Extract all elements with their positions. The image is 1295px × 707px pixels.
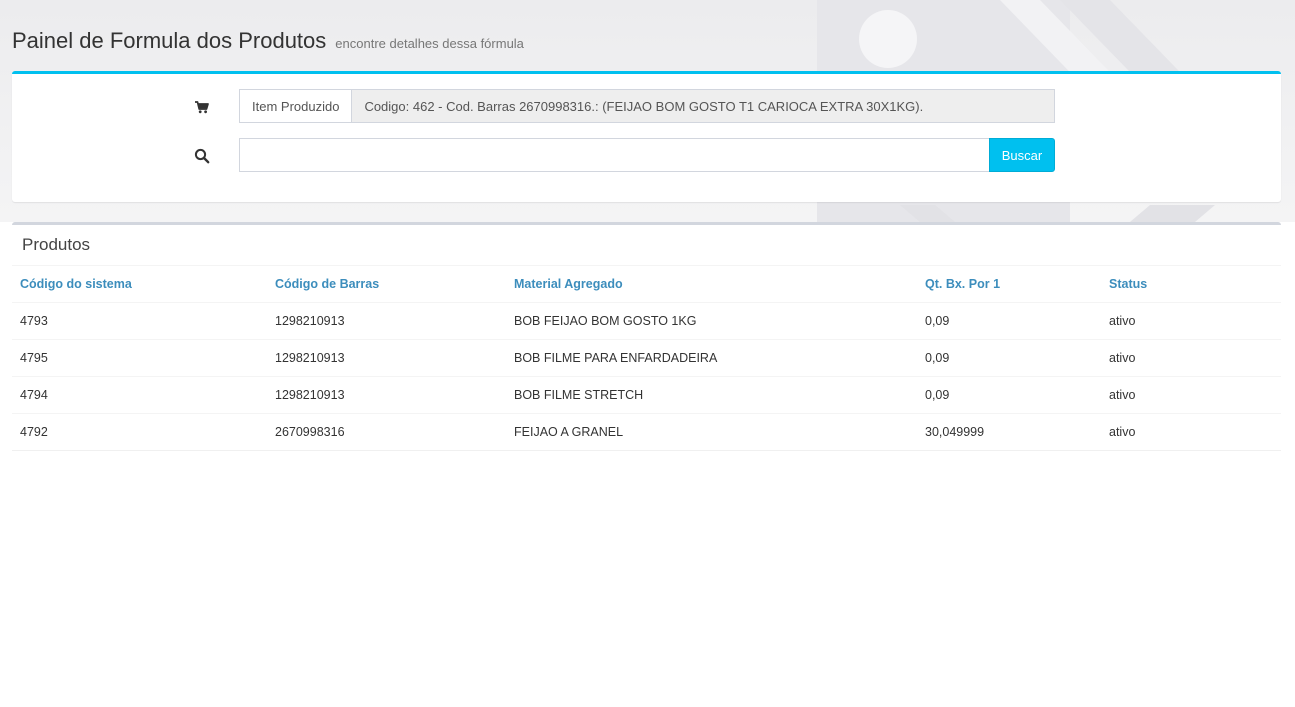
column-header-material-agregado[interactable]: Material Agregado (506, 266, 917, 303)
products-title: Produtos (22, 235, 91, 254)
item-produzido-label: Item Produzido (239, 89, 353, 123)
item-produzido-group: Item Produzido Codigo: 462 - Cod. Barras… (239, 89, 1055, 123)
cell-codigo-barras: 1298210913 (267, 376, 506, 414)
column-header-qt-bx[interactable]: Qt. Bx. Por 1 (917, 266, 1101, 303)
page-subtitle: encontre detalhes dessa fórmula (335, 36, 524, 51)
column-header-status[interactable]: Status (1101, 266, 1281, 303)
search-panel: Item Produzido Codigo: 462 - Cod. Barras… (12, 71, 1281, 202)
page-title: Painel de Formula dos Produtos (12, 28, 327, 53)
cell-codigo-sistema: 4795 (12, 339, 267, 377)
table-row[interactable]: 4792 2670998316 FEIJAO A GRANEL 30,04999… (12, 413, 1281, 451)
cell-status: ativo (1101, 339, 1281, 377)
cell-material-agregado: BOB FEIJAO BOM GOSTO 1KG (506, 302, 917, 340)
cell-qt-bx: 0,09 (917, 376, 1101, 414)
page-header: Painel de Formula dos Produtos encontre … (12, 28, 524, 60)
cell-status: ativo (1101, 376, 1281, 414)
cell-status: ativo (1101, 413, 1281, 451)
column-header-codigo-barras[interactable]: Código de Barras (267, 266, 506, 303)
cell-codigo-sistema: 4793 (12, 302, 267, 340)
cell-qt-bx: 0,09 (917, 339, 1101, 377)
search-icon (194, 148, 210, 164)
cell-codigo-barras: 2670998316 (267, 413, 506, 451)
cell-status: ativo (1101, 302, 1281, 340)
shopping-cart-icon (194, 99, 210, 115)
column-header-codigo-sistema[interactable]: Código do sistema (12, 266, 267, 303)
item-produzido-field: Codigo: 462 - Cod. Barras 2670998316.: (… (352, 89, 1055, 123)
search-input[interactable] (239, 138, 989, 172)
search-group: Buscar (239, 138, 1055, 172)
cell-codigo-barras: 1298210913 (267, 302, 506, 340)
products-table: Código do sistema Código de Barras Mater… (12, 266, 1281, 451)
buscar-button[interactable]: Buscar (989, 138, 1055, 172)
cell-codigo-sistema: 4794 (12, 376, 267, 414)
cell-qt-bx: 30,049999 (917, 413, 1101, 451)
cell-material-agregado: BOB FILME PARA ENFARDADEIRA (506, 339, 917, 377)
cell-material-agregado: BOB FILME STRETCH (506, 376, 917, 414)
products-panel: Produtos Código do sistema Código de Bar… (12, 222, 1281, 452)
cell-codigo-sistema: 4792 (12, 413, 267, 451)
table-row[interactable]: 4795 1298210913 BOB FILME PARA ENFARDADE… (12, 339, 1281, 377)
cell-codigo-barras: 1298210913 (267, 339, 506, 377)
table-row[interactable]: 4794 1298210913 BOB FILME STRETCH 0,09 a… (12, 376, 1281, 414)
table-header-row: Código do sistema Código de Barras Mater… (12, 266, 1281, 303)
table-row[interactable]: 4793 1298210913 BOB FEIJAO BOM GOSTO 1KG… (12, 302, 1281, 340)
cell-qt-bx: 0,09 (917, 302, 1101, 340)
cell-material-agregado: FEIJAO A GRANEL (506, 413, 917, 451)
